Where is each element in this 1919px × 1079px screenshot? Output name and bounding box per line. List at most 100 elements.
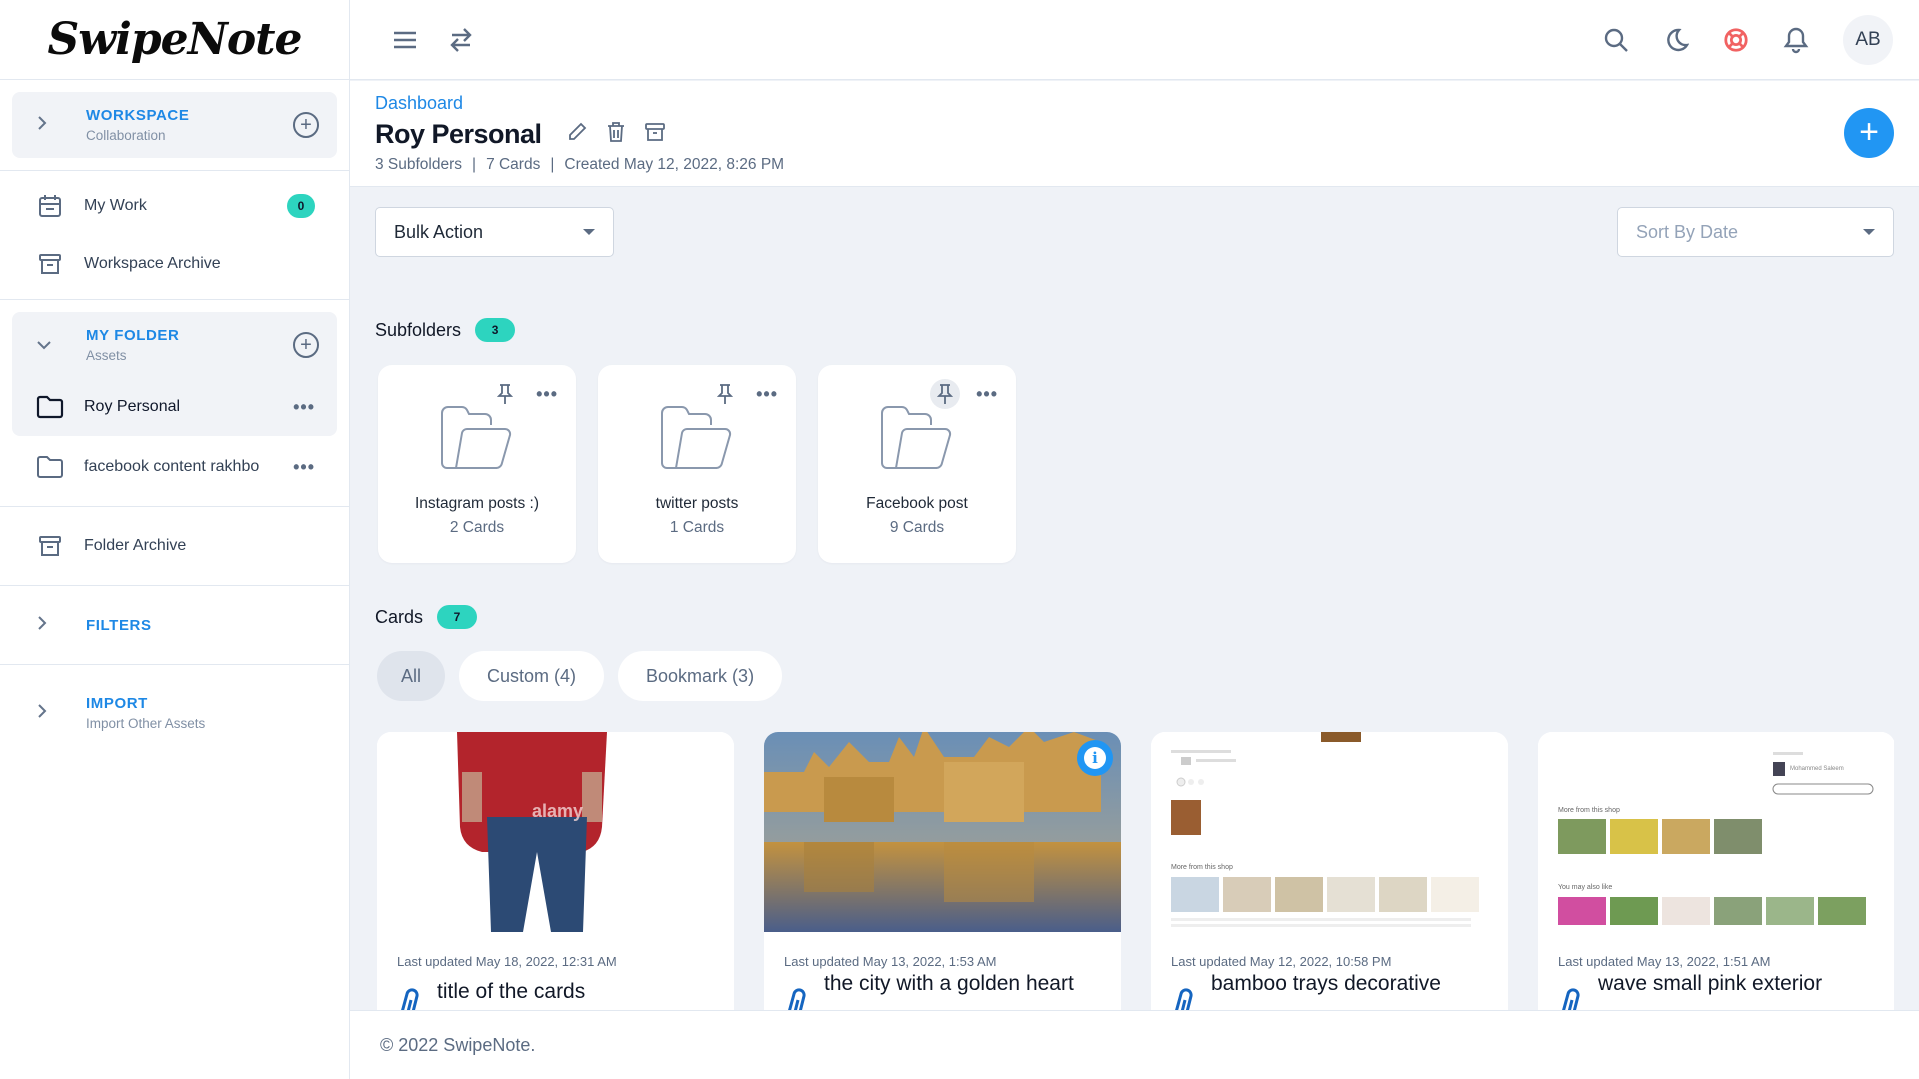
subfolder-name: Facebook post	[866, 495, 968, 512]
created-date: Created May 12, 2022, 8:26 PM	[564, 156, 785, 173]
edit-pencil-icon[interactable]	[566, 121, 588, 148]
card-item[interactable]: alamy Last updated May 18, 2022, 12:31 A…	[377, 732, 734, 1010]
folder-icon	[36, 393, 64, 421]
card-item[interactable]: i Last updated May 13, 2022, 1:53 AM the…	[764, 732, 1121, 1010]
trash-icon[interactable]	[606, 121, 626, 148]
card-thumbnail-shop-screenshot: More from this shop	[1151, 732, 1508, 932]
subfolders-label: Subfolders	[375, 319, 462, 340]
subfolder-card[interactable]: ••• twitter posts 1 Cards	[598, 365, 796, 563]
add-button[interactable]: +	[1844, 108, 1894, 158]
card-thumbnail-plant-shop-screenshot: Mohammed Saleem More from this shop You …	[1538, 732, 1894, 932]
sidebar-item-workspace-archive[interactable]: Workspace Archive	[0, 235, 349, 293]
more-options-icon[interactable]: •••	[536, 379, 558, 409]
folder-icon	[36, 453, 64, 481]
subfolder-name: twitter posts	[655, 495, 739, 512]
footer: © 2022 SwipeNote.	[350, 1010, 1919, 1079]
user-avatar[interactable]: AB	[1843, 14, 1893, 65]
card-title: title of the cards	[437, 980, 586, 1003]
more-options-icon[interactable]: •••	[756, 379, 778, 409]
bulk-action-label: Bulk Action	[394, 221, 484, 242]
subfolder-count: 3 Subfolders	[375, 156, 463, 173]
swap-icon[interactable]	[448, 27, 474, 53]
card-count: 7 Cards	[486, 156, 541, 173]
shop-label: More from this shop	[1558, 807, 1620, 814]
import-title: IMPORT	[86, 695, 148, 712]
paperclip-icon	[1558, 986, 1584, 1010]
sort-select[interactable]: Sort By Date	[1617, 207, 1894, 257]
my-work-count-badge: 0	[287, 194, 315, 218]
help-lifebuoy-icon[interactable]	[1723, 27, 1749, 53]
workspace-group[interactable]: WORKSPACE Collaboration +	[12, 92, 337, 158]
meta-separator: |	[550, 156, 555, 173]
card-updated-time: Last updated May 18, 2022, 12:31 AM	[397, 954, 617, 969]
workspace-title: WORKSPACE	[86, 107, 190, 124]
card-item[interactable]: More from this shop Last updated May 12,…	[1151, 732, 1508, 1010]
my-folder-header[interactable]: MY FOLDER Assets +	[12, 312, 337, 378]
more-options-icon[interactable]: •••	[293, 457, 315, 478]
archive-icon	[36, 532, 64, 560]
card-thumbnail-person: alamy	[377, 732, 734, 932]
divider	[0, 299, 349, 300]
sidebar-item-my-work[interactable]: My Work 0	[0, 177, 349, 235]
chevron-right-icon	[36, 615, 56, 636]
add-folder-icon[interactable]: +	[293, 332, 319, 358]
info-icon[interactable]: i	[1077, 740, 1113, 776]
add-workspace-icon[interactable]: +	[293, 112, 319, 138]
cards-count-badge: 7	[437, 605, 478, 629]
folder-open-icon	[658, 405, 734, 476]
folder-label: Roy Personal	[84, 398, 181, 415]
folder-open-icon	[438, 405, 514, 476]
import-header[interactable]: IMPORT Import Other Assets	[0, 665, 349, 761]
subfolder-list: ••• Instagram posts :) 2 Cards ••• twitt…	[378, 365, 1016, 563]
sidebar: SwipeNote WORKSPACE Collaboration + My W…	[0, 0, 350, 1079]
page-title: Roy Personal	[375, 119, 542, 149]
archive-icon[interactable]	[644, 121, 666, 148]
logo[interactable]: SwipeNote	[0, 0, 349, 80]
subfolder-name: Instagram posts :)	[414, 495, 540, 512]
card-updated-time: Last updated May 13, 2022, 1:51 AM	[1558, 954, 1771, 969]
tab-all[interactable]: All	[377, 651, 446, 701]
sort-placeholder: Sort By Date	[1636, 221, 1739, 242]
card-filter-tabs: All Custom (4) Bookmark (3)	[377, 651, 783, 701]
breadcrumb-dashboard[interactable]: Dashboard	[375, 93, 463, 114]
more-options-icon[interactable]: •••	[293, 397, 315, 418]
tab-custom[interactable]: Custom (4)	[459, 651, 605, 701]
paperclip-icon	[397, 986, 423, 1010]
sidebar-folder-facebook-content[interactable]: facebook content rakhbo •••	[0, 438, 349, 496]
meta-separator: |	[472, 156, 477, 173]
subfolder-card[interactable]: ••• Instagram posts :) 2 Cards	[378, 365, 576, 563]
moon-icon[interactable]	[1663, 27, 1689, 53]
subfolder-card[interactable]: ••• Facebook post 9 Cards	[818, 365, 1016, 563]
my-folder-subtitle: Assets	[86, 348, 127, 363]
card-updated-time: Last updated May 12, 2022, 10:58 PM	[1171, 954, 1392, 969]
my-folder-group[interactable]: MY FOLDER Assets +	[12, 312, 337, 378]
search-icon[interactable]	[1603, 27, 1629, 53]
chevron-down-icon	[36, 335, 56, 356]
card-title: the city with a golden heart	[824, 972, 1074, 995]
calendar-icon	[36, 192, 64, 220]
subfolders-heading: Subfolders 3	[375, 318, 516, 342]
my-folder-title: MY FOLDER	[86, 327, 180, 344]
also-like-label: You may also like	[1558, 884, 1612, 891]
paperclip-icon	[784, 986, 810, 1010]
subfolder-card-count: 9 Cards	[889, 519, 945, 536]
sidebar-folder-roy-personal[interactable]: Roy Personal •••	[12, 378, 337, 436]
copyright-text: © 2022 SwipeNote.	[380, 1034, 536, 1055]
caret-down-icon	[1863, 229, 1875, 235]
chevron-right-icon	[36, 703, 56, 724]
import-subtitle: Import Other Assets	[86, 716, 206, 731]
sidebar-item-folder-archive[interactable]: Folder Archive	[0, 517, 349, 575]
shop-label: More from this shop	[1171, 864, 1233, 871]
more-options-icon[interactable]: •••	[976, 379, 998, 409]
card-item[interactable]: Mohammed Saleem More from this shop You …	[1538, 732, 1894, 1010]
filters-header[interactable]: FILTERS	[0, 586, 349, 664]
sidebar-item-label: Workspace Archive	[84, 255, 221, 272]
bulk-action-select[interactable]: Bulk Action	[375, 207, 614, 257]
tab-bookmark[interactable]: Bookmark (3)	[618, 651, 783, 701]
seller-name: Mohammed Saleem	[1790, 766, 1844, 772]
filters-title: FILTERS	[86, 616, 152, 634]
workspace-header[interactable]: WORKSPACE Collaboration +	[12, 92, 337, 158]
cards-heading: Cards 7	[375, 605, 478, 629]
menu-icon[interactable]	[392, 27, 418, 53]
bell-icon[interactable]	[1783, 27, 1809, 53]
